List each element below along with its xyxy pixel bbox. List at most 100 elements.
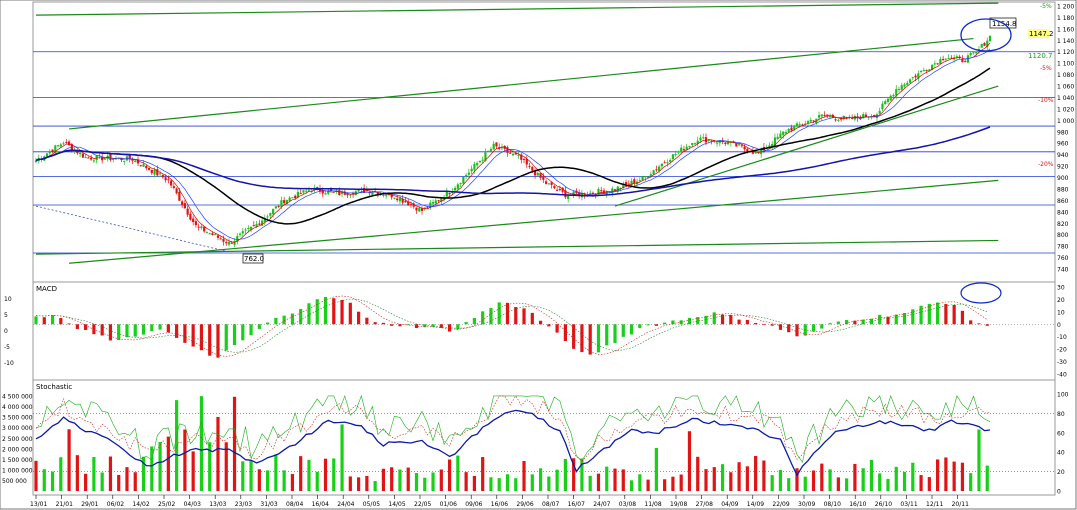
volume-bar [423,477,427,491]
price-tick-label: 1 060 [1057,84,1074,91]
candle-body [183,203,186,209]
volume-bar [34,460,38,491]
volume-bar [191,451,195,491]
volume-bar [737,462,741,491]
candle-body [186,208,189,215]
date-tick-label: 29/01 [81,501,98,508]
candle-body [660,163,663,167]
candle-body [680,147,683,152]
candle-body [227,241,231,245]
candle-body [644,176,647,178]
candle-body [787,129,790,132]
volume-bar [621,469,625,491]
macd-histogram-bar [456,324,460,330]
candle-body [203,226,206,232]
macd-histogram-bar [307,303,311,325]
volume-bar [464,472,468,491]
candle-body [109,154,112,161]
candle-body [674,153,677,155]
date-tick-label: 26/10 [875,501,892,508]
candle-body [238,233,242,235]
candle-body [409,204,413,206]
volume-bar [977,429,981,491]
volume-bar [861,468,865,491]
macd-histogram-bar [820,324,824,329]
candle-body [884,101,887,105]
date-tick-label: 16/04 [312,501,329,508]
volume-tick-label: 1 500 000 [2,457,33,464]
candle-body [809,119,812,122]
volume-bar [497,478,501,491]
candle-body [56,145,60,147]
date-tick-label: 03/08 [619,501,636,508]
candle-body [205,232,209,234]
volume-bar [696,456,700,491]
volume-bar [67,429,71,491]
candle-body [158,173,162,175]
candle-body [988,35,992,42]
macd-histogram-bar [538,320,543,325]
volume-bar [514,478,518,491]
volume-bar [232,396,237,491]
candle-body [302,190,305,193]
volume-bar [282,470,286,491]
volume-bar [894,466,898,491]
price-tick-label: 1 000 [1057,118,1074,125]
date-tick-label: 20/11 [952,501,969,508]
candle-body [638,180,641,182]
macd-histogram-bar [141,324,146,335]
volume-bar [671,476,675,491]
macd-histogram-bar [936,302,940,325]
volume-bar [811,470,816,491]
date-tick-label: 21/01 [56,501,73,508]
macd-histogram-bar [489,308,493,325]
candle-body [509,152,512,154]
macd-histogram-bar [472,318,476,325]
macd-histogram-bar [654,324,658,326]
macd-histogram-bar [381,322,386,325]
date-tick-label: 16/10 [849,501,866,508]
volume-bar [472,475,476,491]
volume-bar [778,469,783,491]
date-tick-label: 13/01 [30,501,47,508]
macd-histogram-bar [340,300,344,325]
candle-body [222,238,225,242]
candle-body [886,98,890,102]
volume-bar [555,469,559,491]
stochastic-title: Stochastic [36,383,72,391]
candle-body [473,163,476,170]
macd-histogram-bar [75,324,79,329]
top-right-label: -5% [1040,3,1052,10]
macd-histogram-bar [621,324,625,337]
volume-bar [307,459,311,491]
volume-bar [927,477,931,491]
macd-histogram-bar [770,324,774,326]
volume-bar [75,455,79,491]
macd-left-tick: -5 [4,344,10,351]
candle-body [489,148,493,153]
volume-bar [216,416,220,491]
volume-tick-label: 1 000 000 [2,467,33,474]
macd-histogram-bar [828,323,832,325]
volume-bar [952,461,956,491]
macd-title: MACD [36,285,57,293]
candle-body [671,154,675,160]
candle-body [939,59,942,64]
volume-bar [50,471,55,491]
candle-body [914,75,917,78]
macd-right-tick: -10 [1057,334,1067,341]
candle-body [823,114,826,116]
macd-histogram-bar [911,309,915,325]
macd-histogram-bar [522,308,526,325]
date-tick-label: 06/02 [107,501,124,508]
volume-bar [505,474,510,491]
macd-histogram-bar [985,324,989,326]
candle-body [172,186,175,189]
macd-histogram-bar [638,324,642,329]
candle-body [735,143,738,147]
macd-histogram-bar [778,324,783,330]
candle-body [385,195,388,197]
candle-body [567,195,570,199]
volume-bar [100,472,104,491]
macd-histogram-bar [373,322,377,325]
